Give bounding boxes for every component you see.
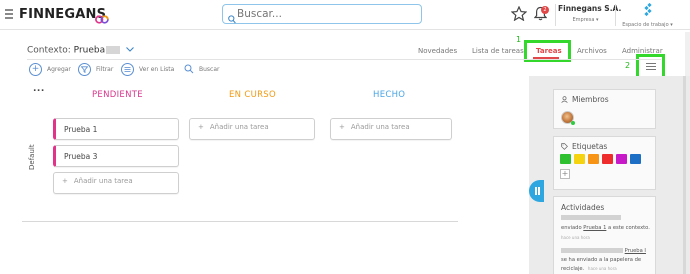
company-label: Empresa (572, 17, 595, 23)
activities-title: Actividades (561, 203, 605, 212)
menu-icon[interactable] (5, 9, 13, 19)
task-card[interactable]: Prueba 3 (53, 145, 179, 167)
context-blurred-text (106, 46, 121, 54)
activities-panel: Actividades enviado Prueba 1 a este cont… (553, 196, 656, 274)
members-panel: Miembros (553, 89, 656, 129)
board-search-label: Buscar (199, 65, 220, 73)
tags-title: Etiquetas (572, 142, 608, 151)
activity-text: se ha enviado a la papelera de (561, 257, 642, 263)
activity-author-blurred (561, 215, 621, 221)
tag-swatch-red[interactable] (602, 154, 613, 164)
activity-text: enviado (561, 225, 582, 231)
activity-item: enviado Prueba 1 a este contexto. (561, 225, 650, 231)
list-view-label: Ver en Lista (139, 65, 175, 73)
context-label: Contexto: (27, 45, 71, 56)
search-icon (184, 64, 194, 74)
top-bar: FINNEGANS 2 Finnegans S.A. Empresa ▾ (0, 0, 690, 30)
tag-icon (561, 143, 568, 150)
context-selector[interactable]: Contexto: Prueba (27, 45, 134, 56)
notification-badge: 2 (541, 6, 549, 14)
search-input[interactable] (237, 6, 417, 22)
task-title: Prueba 1 (64, 124, 98, 134)
add-task-label: Añadir una tarea (73, 177, 133, 185)
divider (615, 4, 616, 26)
filter-icon (78, 62, 91, 76)
add-task-label: Añadir una tarea (209, 123, 269, 131)
add-task-en-curso[interactable]: + Añadir una tarea (189, 118, 315, 140)
add-label: Agregar (47, 65, 71, 73)
members-title: Miembros (572, 95, 609, 104)
tag-swatch-blue[interactable] (630, 154, 641, 164)
column-title-pendiente: PENDIENTE (92, 90, 143, 100)
filter-button[interactable]: Filtrar (78, 62, 113, 76)
filter-label: Filtrar (96, 65, 114, 73)
board-divider (22, 221, 458, 222)
add-task-hecho[interactable]: + Añadir una tarea (330, 118, 452, 140)
sidebar-toggle-icon[interactable] (646, 63, 656, 70)
search-box[interactable] (222, 4, 422, 24)
board-more-options[interactable]: ... (33, 84, 45, 94)
list-icon (121, 62, 134, 76)
sidebar-scrollbar[interactable] (683, 76, 686, 274)
company-selector[interactable]: Finnegans S.A. Empresa ▾ (558, 4, 622, 23)
workspace-icon (620, 2, 675, 21)
activity-text: a este contexto. (608, 225, 650, 231)
plus-icon: + (62, 177, 68, 185)
tag-color-list (560, 154, 644, 164)
task-card[interactable]: Prueba 1 (53, 118, 179, 140)
plus-icon: + (339, 123, 345, 131)
tag-swatch-orange[interactable] (588, 154, 599, 164)
activity-task-link[interactable]: Prueba I (625, 248, 646, 254)
header-divider (27, 59, 661, 60)
activity-item: Prueba I (561, 248, 646, 254)
activity-text: reciclaje. (561, 266, 585, 272)
tab-lista-de-tareas[interactable]: Lista de tareas (472, 47, 524, 55)
workspace-selector[interactable]: Espacio de trabajo ▾ (620, 2, 675, 28)
tab-archivos[interactable]: Archivos (577, 47, 607, 55)
sidebar-collapse-button[interactable] (529, 180, 544, 202)
context-value: Prueba (73, 45, 106, 56)
workspace-label: Espacio de trabajo (622, 22, 669, 28)
activity-time: hace una hora (561, 235, 590, 240)
tags-panel: Etiquetas + (553, 136, 656, 190)
swimlane-label: Default (28, 144, 36, 170)
tag-swatch-yellow[interactable] (574, 154, 585, 164)
column-title-en-curso: EN CURSO (229, 90, 276, 100)
activity-item: reciclaje. hace una hora (561, 266, 617, 272)
user-icon (561, 96, 568, 103)
tag-swatch-purple[interactable] (616, 154, 627, 164)
add-tag-button[interactable]: + (560, 169, 570, 179)
task-title: Prueba 3 (64, 151, 98, 161)
chevron-down-icon (126, 45, 134, 55)
brand-logo-icon (95, 9, 109, 28)
chevron-down-icon: ▾ (670, 22, 673, 28)
add-task-label: Añadir una tarea (350, 123, 410, 131)
board-search-button[interactable]: Buscar (184, 62, 220, 76)
activity-task-link[interactable]: Prueba 1 (583, 225, 606, 231)
online-status-dot (571, 121, 575, 125)
search-icon (228, 9, 236, 28)
chevron-down-icon: ▾ (595, 17, 599, 23)
list-view-button[interactable]: Ver en Lista (121, 62, 174, 76)
company-name: Finnegans S.A. (558, 4, 622, 13)
tag-swatch-green[interactable] (560, 154, 571, 164)
column-title-hecho: HECHO (373, 90, 406, 100)
favorite-star-icon[interactable] (510, 5, 528, 25)
brand-name: FINNEGANS (19, 7, 107, 22)
tab-novedades[interactable]: Novedades (418, 47, 457, 55)
annotation-number-1: 1 (516, 35, 522, 44)
divider (555, 4, 556, 26)
add-button[interactable]: + Agregar (29, 62, 71, 76)
plus-icon: + (198, 123, 204, 131)
plus-icon: + (29, 62, 42, 76)
add-task-pendiente[interactable]: + Añadir una tarea (53, 172, 179, 194)
annotation-number-2: 2 (625, 61, 631, 70)
activity-time: hace una hora (587, 266, 617, 271)
